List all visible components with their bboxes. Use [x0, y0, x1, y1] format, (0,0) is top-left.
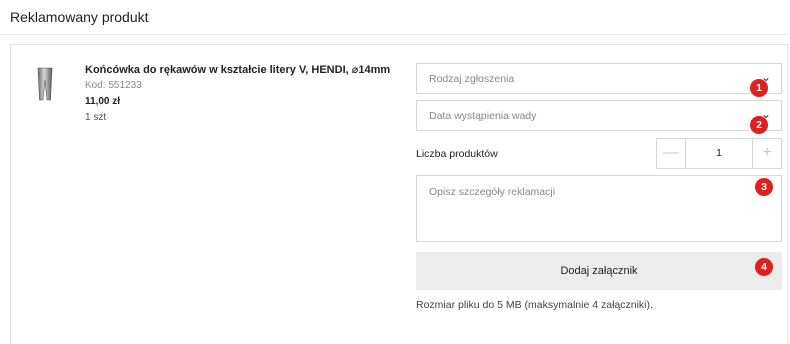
report-type-placeholder: Rodzaj zgłoszenia: [429, 73, 515, 85]
product-name: Końcówka do rękawów w kształcie litery V…: [85, 64, 391, 76]
quantity-input[interactable]: 1: [686, 139, 752, 168]
details-placeholder: Opisz szczegóły reklamacji: [429, 186, 556, 198]
divider: [0, 34, 788, 35]
product-code: Kod: 551233: [85, 80, 142, 91]
section-title: Reklamowany produkt: [10, 9, 149, 25]
decrement-button[interactable]: —: [657, 139, 686, 168]
product-image: [37, 67, 53, 101]
product-price: 11,00 zł: [85, 96, 121, 107]
annotation-marker-2: 2: [750, 116, 768, 134]
annotation-marker-3: 3: [755, 178, 773, 196]
details-textarea[interactable]: Opisz szczegóły reklamacji: [416, 175, 782, 242]
product-count-label: Liczba produktów: [416, 148, 498, 160]
quantity-stepper: — 1 +: [656, 138, 782, 169]
increment-button[interactable]: +: [752, 139, 781, 168]
defect-date-select[interactable]: Data wystąpienia wady ⌄: [416, 100, 782, 131]
add-attachment-button[interactable]: Dodaj załącznik: [416, 252, 782, 290]
annotation-marker-4: 4: [755, 258, 773, 276]
product-quantity: 1 szt: [85, 112, 107, 123]
attachment-hint: Rozmiar pliku do 5 MB (maksymalnie 4 zał…: [416, 299, 653, 311]
report-type-select[interactable]: Rodzaj zgłoszenia ⌄: [416, 63, 782, 94]
defect-date-placeholder: Data wystąpienia wady: [429, 110, 537, 122]
annotation-marker-1: 1: [750, 79, 768, 97]
